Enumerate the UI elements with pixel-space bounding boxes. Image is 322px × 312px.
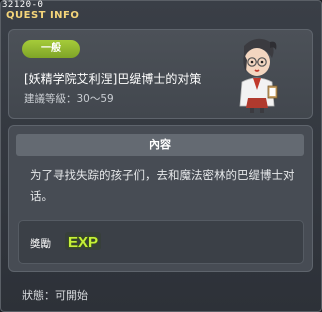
content-header: 內容 [16, 134, 304, 156]
quest-id: 32120-0 [2, 0, 44, 10]
exp-icon: EXP [65, 232, 101, 252]
level-requirement: 建議等級：30～59 [24, 93, 114, 105]
exp-icon-text: EXP [68, 234, 98, 251]
quest-name: [妖精学院艾利涅]巴缇博士的对策 [24, 72, 202, 86]
doctor-npc-portrait [239, 38, 278, 113]
quest-description: 为了寻找失踪的孩子们，去和魔法密林的巴缇博士对话。 [30, 168, 295, 203]
category-badge: 一般 [22, 40, 80, 58]
window-title: QUEST INFO [6, 10, 80, 21]
reward-box [18, 220, 304, 264]
quest-status: 狀態：可開始 [22, 289, 88, 302]
reward-label: 獎勵 [30, 238, 51, 250]
